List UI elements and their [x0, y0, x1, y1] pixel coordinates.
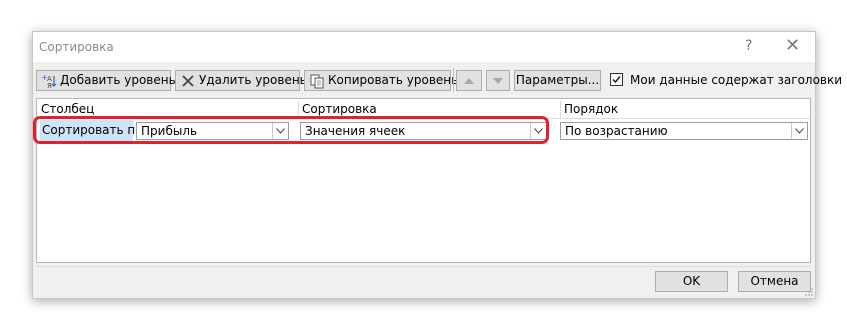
copy-level-button[interactable]: Копировать уровень — [304, 70, 458, 91]
title-bar: Сортировка ? ✕ — [33, 32, 815, 62]
toolbar-separator — [453, 68, 454, 92]
delete-level-button[interactable]: Удалить уровень — [175, 70, 307, 91]
chevron-down-icon[interactable] — [791, 123, 807, 139]
header-divider — [560, 101, 561, 119]
arrow-down-icon — [493, 77, 503, 84]
add-level-icon: + A Я — [41, 73, 57, 90]
column-header-order: Порядок — [564, 102, 619, 116]
has-headers-checkbox[interactable] — [610, 73, 623, 86]
svg-text:Я: Я — [47, 82, 52, 89]
close-icon[interactable]: ✕ — [785, 35, 800, 56]
add-level-button[interactable]: + A Я Добавить уровень — [36, 70, 176, 91]
has-headers-label: Мои данные содержат заголовки — [630, 73, 843, 87]
move-up-button[interactable] — [456, 70, 482, 91]
column-header-sort-on: Сортировка — [302, 102, 377, 116]
delete-level-label: Удалить уровень — [199, 73, 307, 87]
copy-level-label: Копировать уровень — [328, 73, 459, 87]
highlight-annotation — [33, 116, 549, 144]
footer-divider — [36, 266, 812, 267]
add-level-label: Добавить уровень — [60, 73, 176, 87]
move-down-button[interactable] — [486, 70, 510, 91]
cancel-button[interactable]: Отмена — [738, 271, 811, 292]
checkmark-icon — [612, 76, 621, 84]
dialog-title: Сортировка — [39, 40, 114, 54]
column-header-column: Столбец — [41, 102, 95, 116]
sort-dialog: Сортировка ? ✕ + A Я Добавить уровень Уд… — [32, 31, 842, 299]
delete-icon — [180, 73, 196, 89]
order-select-value: По возрастанию — [565, 124, 668, 138]
ok-button[interactable]: OK — [655, 271, 728, 292]
copy-icon — [309, 73, 325, 89]
order-select[interactable]: По возрастанию — [560, 122, 808, 140]
parameters-button[interactable]: Параметры... — [514, 70, 601, 91]
help-icon[interactable]: ? — [745, 38, 752, 54]
resize-grip-icon[interactable] — [805, 288, 813, 296]
arrow-up-icon — [464, 77, 474, 84]
